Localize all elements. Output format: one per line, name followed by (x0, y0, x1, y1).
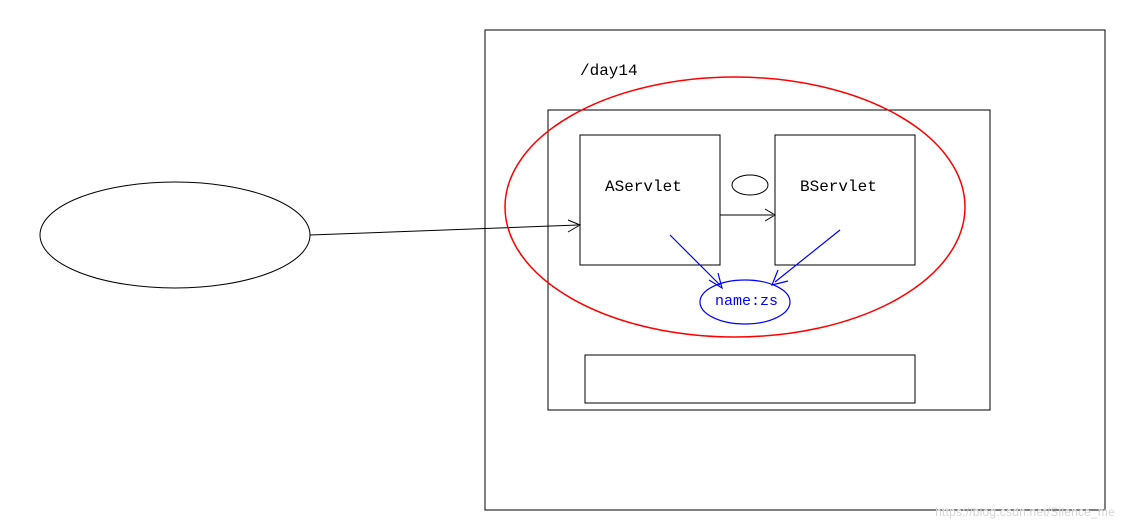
client-ellipse (40, 182, 310, 288)
bottom-bar-box (585, 355, 915, 403)
context-path-label: /day14 (580, 62, 638, 80)
client-to-server-line (310, 225, 578, 235)
inner-container-box (548, 110, 990, 410)
outer-container-box (485, 30, 1105, 510)
diagram-stage: /day14 AServlet BServlet name:zs https:/… (0, 0, 1125, 525)
small-connector-ellipse (732, 175, 768, 195)
aservlet-box (580, 135, 720, 265)
arrow-b-to-data-line (775, 230, 840, 282)
aservlet-label: AServlet (605, 178, 682, 196)
bservlet-label: BServlet (800, 178, 877, 196)
diagram-svg (0, 0, 1125, 525)
watermark-text: https://blog.csdn.net/Silence_me (935, 505, 1115, 519)
bservlet-box (775, 135, 915, 265)
shared-data-label: name:zs (715, 293, 778, 310)
arrow-a-to-data-line (670, 235, 720, 285)
client-to-server-arrowhead (568, 220, 580, 232)
